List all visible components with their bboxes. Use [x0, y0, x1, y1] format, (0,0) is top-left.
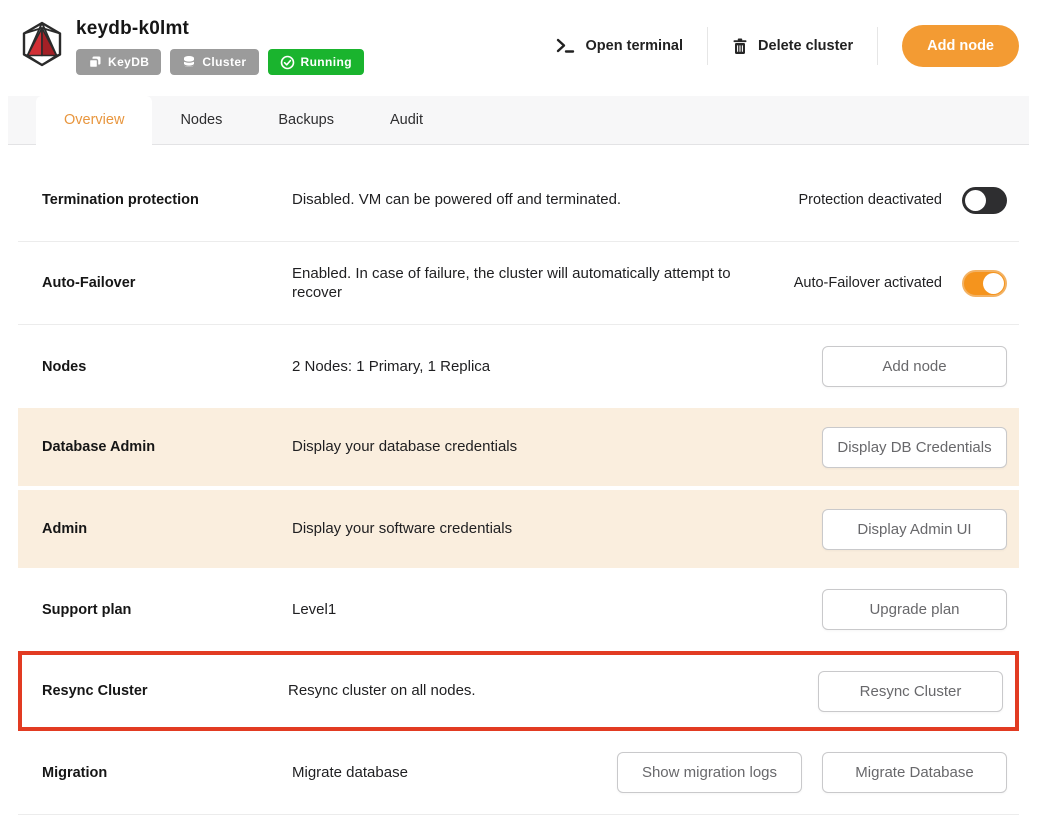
delete-cluster-label: Delete cluster [758, 38, 854, 54]
cluster-logo-icon [22, 21, 62, 67]
terminal-icon [556, 38, 574, 53]
layers-icon [88, 56, 101, 69]
resync-cluster-button[interactable]: Resync Cluster [818, 670, 1003, 712]
status-badge: Running [267, 49, 364, 75]
row-label: Database Admin [42, 439, 156, 455]
trash-icon [733, 38, 747, 54]
row-admin: Admin Display your software credentials … [18, 490, 1019, 568]
row-termination-protection: Termination protection Disabled. VM can … [18, 159, 1019, 242]
row-description: Disabled. VM can be powered off and term… [292, 191, 622, 209]
divider [877, 27, 879, 65]
migrate-database-button[interactable]: Migrate Database [822, 752, 1007, 793]
row-label: Admin [42, 521, 88, 537]
delete-cluster-button[interactable]: Delete cluster [708, 38, 877, 55]
page-title: keydb-k0lmt [76, 18, 190, 39]
toggle-state-text: Protection deactivated [798, 192, 942, 208]
header-actions: Open terminal Delete cluster Add node [532, 14, 1019, 78]
cluster-badge-label: Cluster [202, 55, 247, 69]
tab-backups[interactable]: Backups [250, 96, 362, 144]
tab-bar: Overview Nodes Backups Audit [8, 96, 1029, 145]
keydb-badge-label: KeyDB [108, 55, 150, 69]
status-badge-label: Running [300, 55, 352, 69]
tab-audit[interactable]: Audit [362, 96, 451, 144]
row-label: Resync Cluster [42, 683, 148, 699]
row-description: Display your database credentials [292, 438, 518, 456]
row-migration: Migration Migrate database Show migratio… [18, 731, 1019, 814]
row-description: Enabled. In case of failure, the cluster… [292, 264, 731, 301]
show-migration-logs-button[interactable]: Show migration logs [617, 752, 802, 793]
database-icon [183, 56, 195, 67]
termination-protection-toggle[interactable] [962, 186, 1007, 214]
check-circle-icon [280, 55, 294, 69]
row-database-admin: Database Admin Display your database cre… [18, 408, 1019, 486]
row-label: Migration [42, 764, 108, 781]
row-label: Nodes [42, 358, 87, 375]
row-nodes: Nodes 2 Nodes: 1 Primary, 1 Replica Add … [18, 325, 1019, 408]
cluster-header: keydb-k0lmt KeyDB Cluster Running Open t… [0, 0, 1037, 92]
row-auto-failover: Auto-Failover Enabled. In case of failur… [18, 242, 1019, 325]
add-node-button[interactable]: Add node [902, 25, 1019, 67]
row-description: Resync cluster on all nodes. [288, 682, 476, 700]
toggle-knob [965, 189, 986, 211]
row-description: Level1 [292, 600, 337, 618]
display-admin-ui-button[interactable]: Display Admin UI [822, 508, 1007, 550]
toggle-knob [983, 272, 1004, 294]
row-description: Display your software credentials [292, 520, 513, 538]
row-label: Support plan [42, 601, 132, 618]
row-label: Auto-Failover [42, 275, 136, 291]
upgrade-plan-button[interactable]: Upgrade plan [822, 589, 1007, 630]
keydb-badge: KeyDB [76, 49, 162, 75]
add-node-row-button[interactable]: Add node [822, 346, 1007, 387]
toggle-state-text: Auto-Failover activated [793, 275, 942, 291]
row-support-plan: Support plan Level1 Upgrade plan [18, 568, 1019, 651]
overview-settings: Termination protection Disabled. VM can … [18, 159, 1019, 814]
tab-nodes[interactable]: Nodes [152, 96, 250, 144]
row-description: 2 Nodes: 1 Primary, 1 Replica [292, 357, 491, 375]
open-terminal-button[interactable]: Open terminal [532, 38, 708, 54]
title-block: keydb-k0lmt KeyDB Cluster Running [76, 14, 364, 75]
display-db-credentials-button[interactable]: Display DB Credentials [822, 426, 1007, 468]
open-terminal-label: Open terminal [585, 38, 684, 54]
badges: KeyDB Cluster Running [76, 49, 364, 75]
tab-overview[interactable]: Overview [36, 96, 153, 145]
auto-failover-toggle[interactable] [962, 269, 1007, 297]
row-description: Migrate database [292, 763, 408, 781]
row-label: Termination protection [42, 192, 199, 208]
row-resync-cluster: Resync Cluster Resync cluster on all nod… [18, 651, 1019, 731]
divider [18, 814, 1019, 815]
cluster-badge: Cluster [170, 49, 259, 75]
